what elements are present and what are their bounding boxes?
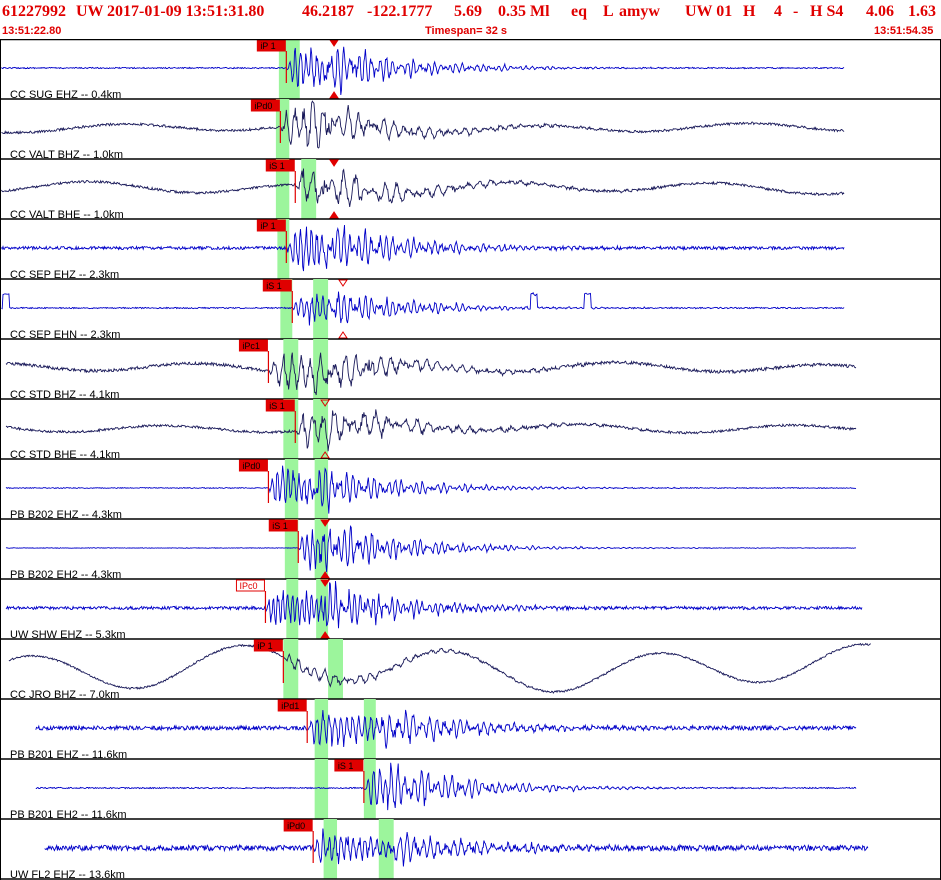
- event-summary-line: 61227992 UW 2017-01-09 13:51:31.80 46.21…: [0, 0, 941, 24]
- pick-window: [313, 339, 329, 399]
- waveform-trace: [1, 46, 845, 96]
- seismogram-panel[interactable]: iP 1CC SUG EHZ -- 0.4kmiPd0CC VALT BHZ -…: [0, 39, 941, 880]
- waveform-trace: [5, 580, 863, 629]
- pick-flag[interactable]: iP 1: [256, 39, 286, 52]
- trace-panel[interactable]: iP 1CC JRO BHZ -- 7.0km: [0, 639, 941, 701]
- arrival-triangle: [329, 159, 339, 167]
- trace-panel[interactable]: iS 1CC STD BHE -- 4.1km: [0, 399, 941, 461]
- trace-panel[interactable]: IPc0UW SHW EHZ -- 5.3km: [0, 579, 941, 641]
- pick-label: iS 1: [266, 281, 282, 291]
- pick-label: IPc0: [239, 581, 257, 591]
- pick-label: iP 1: [260, 221, 275, 231]
- pick-label: iS 1: [269, 401, 285, 411]
- trace-panel[interactable]: iPd0UW FL2 EHZ -- 13.6km: [0, 819, 941, 880]
- event-id: 61227992: [2, 3, 66, 20]
- event-quality: H S4: [810, 3, 844, 20]
- pick-label: iPd0: [287, 821, 305, 831]
- waveform-trace: [44, 828, 869, 867]
- waveform-trace: [5, 465, 857, 514]
- pick-flag[interactable]: iPc1: [238, 339, 268, 352]
- arrival-triangle: [329, 211, 339, 219]
- pick-window: [286, 579, 299, 639]
- pick-label: iS 1: [338, 761, 354, 771]
- pick-label: iPd0: [242, 461, 260, 471]
- waveform-trace: [1, 100, 845, 149]
- pick-window: [328, 639, 343, 699]
- pick-label: iP 1: [257, 641, 272, 651]
- waveform-trace: [8, 642, 871, 694]
- trace-panel[interactable]: iS 1CC SEP EHN -- 2.3km: [0, 279, 941, 341]
- pick-flag[interactable]: iS 1: [265, 399, 295, 412]
- pick-flag[interactable]: iPd0: [283, 819, 313, 832]
- arrival-triangle: [329, 39, 339, 47]
- time-axis-header: 13:51:22.80 Timespan= 32 s 13:51:54.35: [0, 24, 941, 38]
- pick-label: iPd0: [254, 101, 272, 111]
- pick-flag[interactable]: iS 1: [268, 519, 298, 532]
- waveform-trace: [1, 168, 845, 207]
- trace-panel[interactable]: iPd0PB B202 EHZ -- 4.3km: [0, 459, 941, 521]
- event-network: UW: [76, 3, 104, 20]
- event-latitude: 46.2187: [302, 3, 354, 20]
- event-source: UW 01: [685, 3, 733, 20]
- event-flag: H: [743, 3, 756, 20]
- event-gap: 1.63: [908, 3, 936, 20]
- pick-label: iPc1: [242, 341, 260, 351]
- arrival-triangle: [329, 91, 339, 99]
- arrival-triangle: [338, 279, 348, 287]
- pick-flag[interactable]: IPc0: [235, 579, 265, 592]
- pick-flag[interactable]: iS 1: [265, 159, 295, 172]
- event-longitude: -122.1777: [367, 3, 433, 20]
- waveform-trace: [1, 224, 845, 272]
- event-depth: 5.69: [454, 3, 482, 20]
- pick-window: [301, 159, 317, 219]
- event-gtype: L: [603, 3, 614, 20]
- arrival-triangle: [338, 331, 348, 339]
- pick-flag[interactable]: iP 1: [256, 219, 286, 232]
- trace-panel[interactable]: iPd0CC VALT BHZ -- 1.0km: [0, 99, 941, 161]
- waveform-trace: [35, 762, 857, 811]
- pick-flag[interactable]: iS 1: [262, 279, 292, 292]
- trace-panel[interactable]: iS 1PB B202 EH2 -- 4.3km: [0, 519, 941, 581]
- pick-label: iS 1: [269, 161, 285, 171]
- event-type: eq: [571, 3, 587, 20]
- waveform-trace: [5, 409, 857, 452]
- pick-flag[interactable]: iPd0: [250, 99, 280, 112]
- start-time-label: 13:51:22.80: [2, 25, 62, 37]
- pick-flag[interactable]: iPd0: [238, 459, 268, 472]
- event-rms: 4.06: [866, 3, 894, 20]
- event-dash: -: [793, 3, 799, 20]
- waveform-trace: [5, 525, 857, 573]
- pick-flag[interactable]: iP 1: [253, 639, 283, 652]
- trace-panel[interactable]: iP 1CC SUG EHZ -- 0.4km: [0, 39, 941, 101]
- origin-time: 2017-01-09 13:51:31.80: [107, 3, 265, 20]
- event-author: amyw: [619, 3, 660, 20]
- pick-label: iPd1: [281, 701, 299, 711]
- trace-panel[interactable]: iP 1CC SEP EHZ -- 2.3km: [0, 219, 941, 281]
- pick-window: [283, 639, 299, 699]
- timespan-label: Timespan= 32 s: [425, 25, 508, 37]
- pick-flag[interactable]: iS 1: [334, 759, 364, 772]
- pick-window: [314, 759, 329, 819]
- event-magnitude: 0.35 Ml: [498, 3, 550, 20]
- trace-panel[interactable]: iS 1PB B201 EH2 -- 11.6km: [0, 759, 941, 821]
- pick-label: iS 1: [272, 521, 288, 531]
- event-count: 4: [774, 3, 782, 20]
- waveform-trace: [35, 709, 857, 749]
- pick-window: [363, 699, 376, 759]
- waveform-trace: [1, 291, 845, 326]
- end-time-label: 13:51:54.35: [874, 25, 934, 37]
- trace-panel[interactable]: iPc1CC STD BHZ -- 4.1km: [0, 339, 941, 401]
- pick-flag[interactable]: iPd1: [277, 699, 307, 712]
- trace-panel[interactable]: iPd1PB B201 EHZ -- 11.6km: [0, 699, 941, 761]
- trace-panel[interactable]: iS 1CC VALT BHE -- 1.0km: [0, 159, 941, 221]
- waveform-trace: [5, 352, 857, 396]
- pick-label: iP 1: [260, 41, 275, 51]
